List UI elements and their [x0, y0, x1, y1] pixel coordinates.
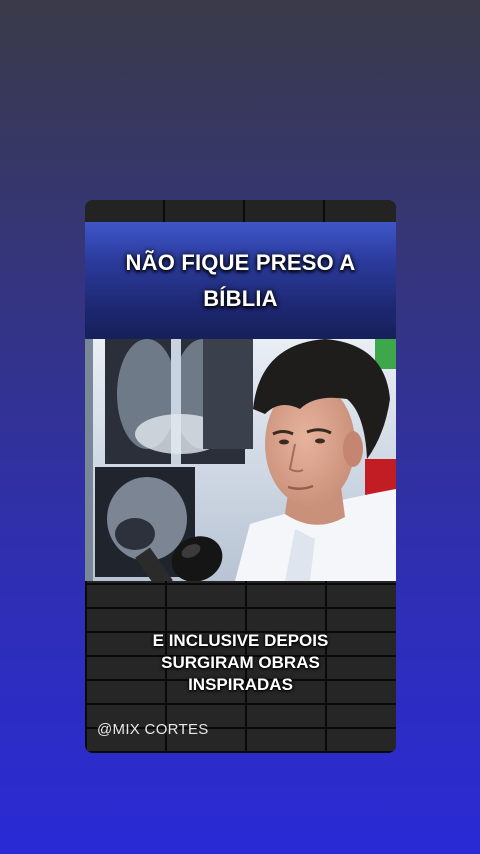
title-line-1: NÃO FIQUE PRESO A — [125, 249, 356, 275]
video-still-image — [85, 339, 396, 581]
video-post-card[interactable]: NÃO FIQUE PRESO A BÍBLIA E INCLUSIVE DEP… — [85, 200, 396, 753]
brick-wall-top — [85, 200, 396, 224]
caption-line-1: E INCLUSIVE DEPOIS — [152, 631, 329, 650]
channel-watermark: @MIX CORTES — [97, 721, 209, 738]
subtitle-caption: E INCLUSIVE DEPOIS SURGIRAM OBRAS INSPIR… — [85, 630, 396, 696]
video-frame[interactable] — [85, 339, 396, 581]
caption-line-3: INSPIRADAS — [188, 675, 293, 694]
title-banner: NÃO FIQUE PRESO A BÍBLIA — [85, 222, 396, 339]
video-title: NÃO FIQUE PRESO A BÍBLIA — [126, 245, 356, 317]
title-line-2: BÍBLIA — [203, 285, 278, 311]
caption-line-2: SURGIRAM OBRAS — [161, 653, 320, 672]
